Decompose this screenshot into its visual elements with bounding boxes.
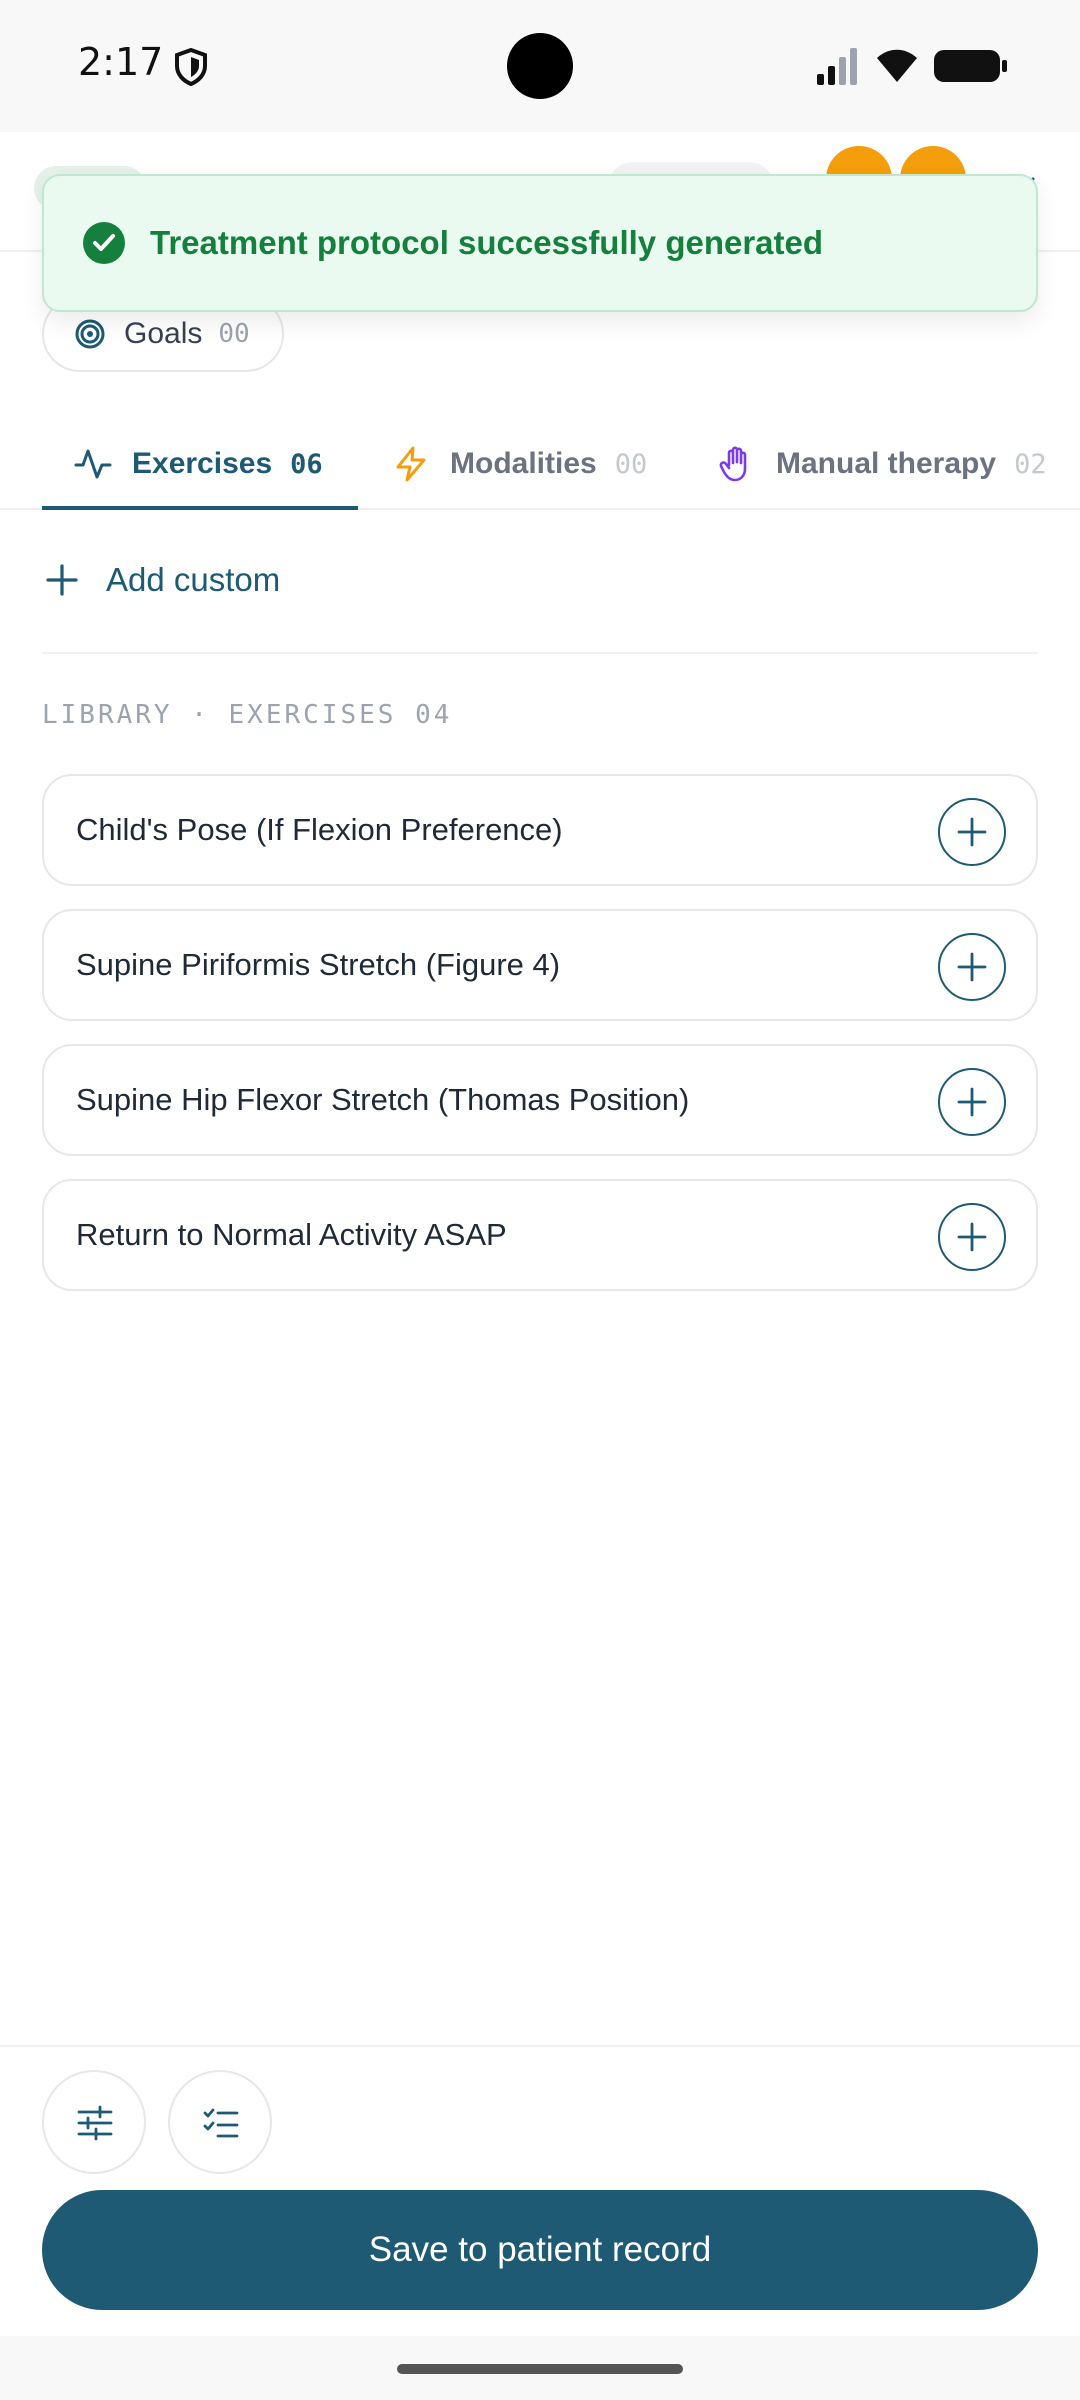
goals-label: Goals xyxy=(124,317,203,350)
tab-modalities[interactable]: Modalities 00 xyxy=(392,418,647,510)
battery-icon xyxy=(934,50,1007,82)
plus-icon xyxy=(46,564,78,596)
camera-cutout xyxy=(507,33,573,99)
signal-icon xyxy=(817,48,857,85)
add-custom-button[interactable]: Add custom xyxy=(44,548,280,612)
library-item-label: Supine Hip Flexor Stretch (Thomas Positi… xyxy=(76,1082,690,1117)
home-indicator[interactable] xyxy=(397,2364,683,2374)
plus-icon xyxy=(957,1087,987,1117)
category-tabs: Exercises 06 Modalities 00 Manual therap… xyxy=(0,418,1080,510)
hand-icon xyxy=(719,446,747,482)
bottom-bar-divider xyxy=(0,2045,1080,2047)
add-custom-label: Add custom xyxy=(106,561,281,598)
add-exercise-button[interactable] xyxy=(938,1068,1006,1136)
tab-count: 00 xyxy=(614,448,648,480)
library-item-label: Child's Pose (If Flexion Preference) xyxy=(76,812,563,847)
checklist-button[interactable] xyxy=(168,2070,272,2174)
library-item[interactable]: Supine Piriformis Stretch (Figure 4) xyxy=(42,909,1038,1021)
add-exercise-button[interactable] xyxy=(938,933,1006,1001)
status-time: 2:17 xyxy=(78,40,164,84)
tab-label: Exercises xyxy=(132,447,273,480)
tab-count: 02 xyxy=(1014,448,1047,480)
check-circle-icon xyxy=(83,222,125,264)
status-bar: 2:17 xyxy=(0,0,1080,132)
toast-message: Treatment protocol successfully generate… xyxy=(150,224,824,261)
library-item[interactable]: Return to Normal Activity ASAP xyxy=(42,1179,1038,1291)
plus-icon xyxy=(957,817,987,847)
add-exercise-button[interactable] xyxy=(938,798,1006,866)
save-button-label: Save to patient record xyxy=(368,2230,712,2269)
checklist-icon xyxy=(203,2108,239,2138)
library-item[interactable]: Child's Pose (If Flexion Preference) xyxy=(42,774,1038,886)
library-list: Child's Pose (If Flexion Preference) Sup… xyxy=(42,774,1038,1314)
plus-icon xyxy=(957,952,987,982)
active-tab-indicator xyxy=(42,506,358,510)
lightning-icon xyxy=(396,446,426,482)
tab-label: Manual therapy xyxy=(776,447,997,480)
goals-count: 00 xyxy=(218,319,250,349)
library-item[interactable]: Supine Hip Flexor Stretch (Thomas Positi… xyxy=(42,1044,1038,1156)
tab-count: 06 xyxy=(290,448,323,480)
tab-manual-therapy[interactable]: Manual therapy 02 xyxy=(718,418,1047,510)
library-header: LIBRARY · EXERCISES 04 xyxy=(42,700,453,730)
plus-icon xyxy=(957,1222,987,1252)
library-item-label: Supine Piriformis Stretch (Figure 4) xyxy=(76,947,561,982)
shield-icon xyxy=(175,48,207,86)
save-to-record-button[interactable]: Save to patient record xyxy=(42,2190,1038,2310)
filters-button[interactable] xyxy=(42,2070,146,2174)
screen: 2:17 Goals 00 Treatment protocol success… xyxy=(0,0,1080,2400)
target-icon xyxy=(75,319,105,349)
tab-label: Modalities xyxy=(450,447,597,480)
section-divider xyxy=(42,652,1038,654)
add-exercise-button[interactable] xyxy=(938,1203,1006,1271)
activity-icon xyxy=(74,449,112,479)
library-item-label: Return to Normal Activity ASAP xyxy=(76,1217,507,1252)
wifi-icon xyxy=(877,49,917,82)
success-toast[interactable]: Treatment protocol successfully generate… xyxy=(42,174,1038,312)
tab-exercises[interactable]: Exercises 06 xyxy=(74,418,323,510)
sliders-icon xyxy=(77,2105,113,2141)
